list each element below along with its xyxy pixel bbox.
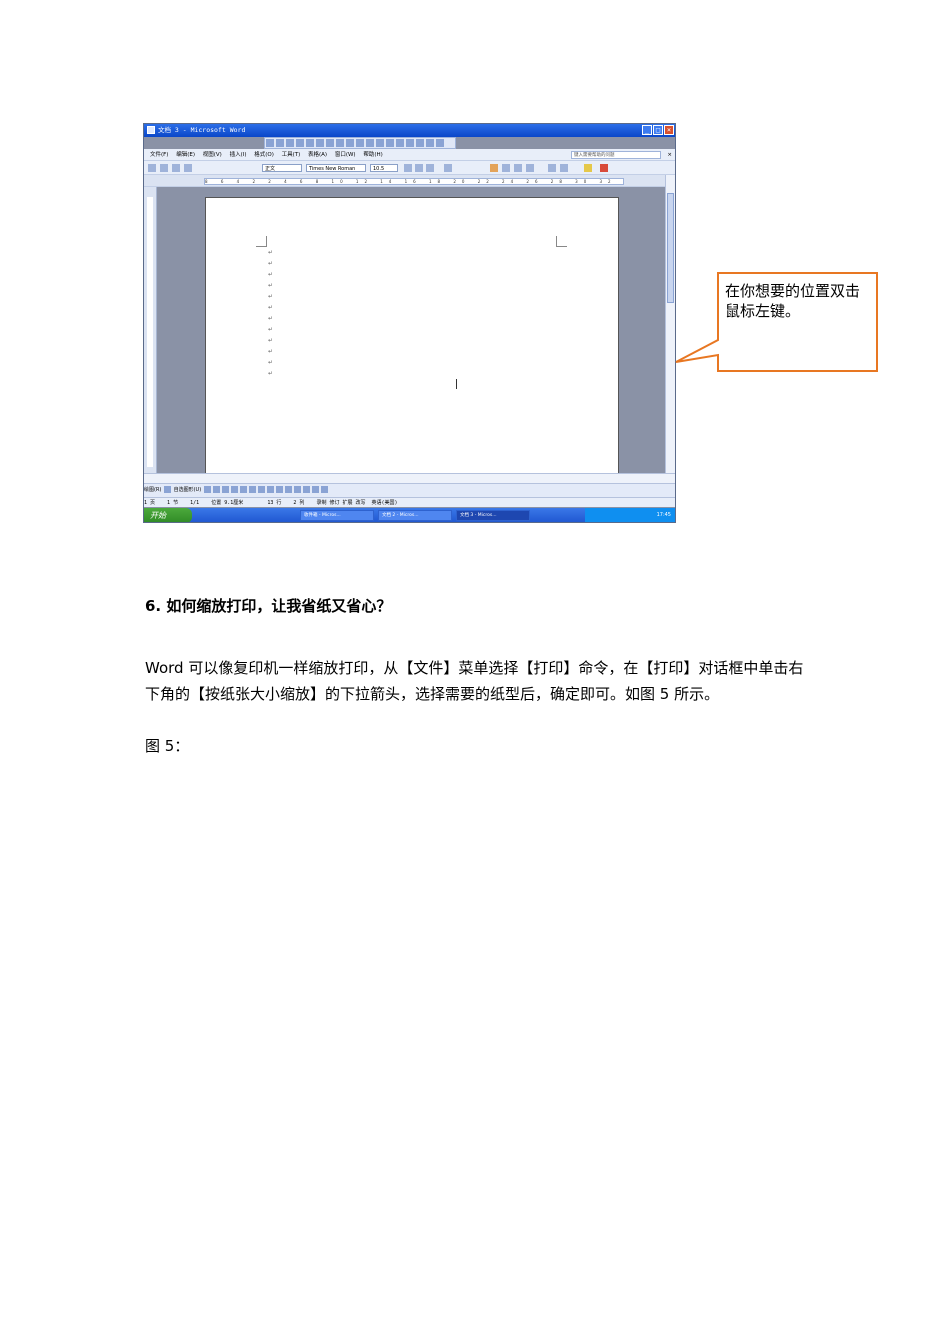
line-icon[interactable] — [203, 486, 211, 493]
section-heading: 6. 如何缩放打印，让我省纸又省心？ — [145, 597, 392, 615]
rectangle-icon[interactable] — [221, 486, 229, 493]
word-screenshot: 文档 3 - Microsoft Word _ □ × 文件(F) 编辑(E) 视图… — [143, 123, 676, 523]
paragraph-mark: ↵ — [268, 282, 274, 289]
margin-corner-mark — [256, 236, 267, 247]
paragraph-mark: ↵ — [268, 293, 274, 300]
window-title: 文档 3 - Microsoft Word — [158, 126, 246, 134]
wordart-icon[interactable] — [248, 486, 256, 493]
autoshape-menu[interactable]: 自选图形(U) — [174, 487, 202, 493]
underline-icon[interactable] — [426, 164, 434, 172]
help-search-input[interactable]: 键入需要帮助的问题 — [571, 151, 661, 159]
section-paragraph: Word 可以像复印机一样缩放打印，从【文件】菜单选择【打印】命令，在【打印】对… — [145, 659, 804, 703]
font-select[interactable]: Times New Roman — [306, 164, 366, 172]
bullets-icon[interactable] — [560, 164, 568, 172]
horizontal-ruler[interactable]: 8 6 4 2 2 4 6 8 10 12 14 16 18 20 22 24 … — [204, 178, 624, 185]
align-center-icon[interactable] — [502, 164, 510, 172]
document-page[interactable]: ↵ ↵ ↵ ↵ ↵ ↵ ↵ ↵ ↵ ↵ ↵ ↵ — [205, 197, 619, 487]
paragraph-mark: ↵ — [268, 370, 274, 377]
save-icon[interactable] — [148, 164, 156, 172]
oval-icon[interactable] — [230, 486, 238, 493]
system-tray: 17:45 — [585, 508, 675, 522]
drawing-toolbar: 绘图(R) 自选图形(U) — [144, 483, 675, 497]
align-left-icon[interactable] — [490, 164, 498, 172]
floating-toolbar — [264, 137, 456, 149]
undo-icon[interactable] — [172, 164, 180, 172]
scroll-thumb[interactable] — [667, 193, 674, 303]
paragraph-mark: ↵ — [268, 260, 274, 267]
menu-bar: 文件(F) 编辑(E) 视图(V) 插入(I) 格式(O) 工具(T) 表格(A… — [144, 149, 675, 161]
font-color-icon[interactable] — [444, 164, 452, 172]
highlight-icon[interactable] — [584, 164, 592, 172]
paragraph-mark: ↵ — [268, 326, 274, 333]
redo-icon[interactable] — [184, 164, 192, 172]
text-color-icon[interactable] — [600, 164, 608, 172]
horizontal-scrollbar[interactable] — [144, 473, 675, 483]
clipart-icon[interactable] — [257, 486, 265, 493]
paragraph-mark: ↵ — [268, 304, 274, 311]
paragraph-mark: ↵ — [268, 337, 274, 344]
clock: 17:45 — [656, 512, 671, 518]
line-color-icon[interactable] — [284, 486, 292, 493]
paragraph-mark: ↵ — [268, 249, 274, 256]
window-titlebar: 文档 3 - Microsoft Word _ □ × — [144, 124, 675, 137]
font-color-icon[interactable] — [293, 486, 301, 493]
figure-label: 图 5： — [145, 737, 190, 755]
line-style-icon[interactable] — [302, 486, 310, 493]
menu-file[interactable]: 文件(F) — [150, 152, 168, 158]
numbering-icon[interactable] — [548, 164, 556, 172]
close-doc-icon[interactable]: × — [667, 149, 672, 161]
justify-icon[interactable] — [526, 164, 534, 172]
minimize-icon[interactable]: _ — [642, 125, 652, 135]
restore-icon[interactable]: □ — [653, 125, 663, 135]
select-icon[interactable] — [163, 486, 171, 493]
menu-format[interactable]: 格式(O) — [254, 152, 274, 158]
print-icon[interactable] — [160, 164, 168, 172]
paragraph-mark: ↵ — [268, 271, 274, 278]
task-inbox[interactable]: 收件箱 - Micros... — [300, 510, 374, 521]
paragraph-mark: ↵ — [268, 315, 274, 322]
window-controls: _ □ × — [641, 125, 674, 136]
margin-corner-mark — [556, 236, 567, 247]
formatting-toolbar: 正文 Times New Roman 10.5 — [144, 161, 675, 175]
callout-text: 在你想要的位置双击鼠标左键。 — [725, 282, 861, 320]
align-right-icon[interactable] — [514, 164, 522, 172]
close-icon[interactable]: × — [664, 125, 674, 135]
status-bar: 1 页 1 节 1/1 位置 9.1厘米 13 行 2 列 录制 修订 扩展 改… — [144, 497, 675, 507]
ruler-bar: 8 6 4 2 2 4 6 8 10 12 14 16 18 20 22 24 … — [144, 175, 675, 187]
menu-view[interactable]: 视图(V) — [203, 152, 222, 158]
textbox-icon[interactable] — [239, 486, 247, 493]
3d-icon[interactable] — [320, 486, 328, 493]
italic-icon[interactable] — [415, 164, 423, 172]
task-doc3[interactable]: 文档 3 - Micros... — [456, 510, 530, 521]
start-button[interactable]: 开始 — [144, 508, 192, 522]
vertical-ruler[interactable] — [144, 187, 157, 477]
task-doc2[interactable]: 文档 2 - Micros... — [378, 510, 452, 521]
menu-edit[interactable]: 编辑(E) — [176, 152, 195, 158]
text-cursor — [456, 379, 457, 389]
font-size-select[interactable]: 10.5 — [370, 164, 398, 172]
menu-insert[interactable]: 插入(I) — [230, 152, 247, 158]
fill-color-icon[interactable] — [275, 486, 283, 493]
vertical-scrollbar[interactable] — [665, 175, 675, 477]
menu-table[interactable]: 表格(A) — [308, 152, 327, 158]
arrow-icon[interactable] — [212, 486, 220, 493]
style-select[interactable]: 正文 — [262, 164, 302, 172]
menu-help[interactable]: 帮助(H) — [363, 152, 382, 158]
word-doc-icon — [147, 126, 155, 134]
shadow-icon[interactable] — [311, 486, 319, 493]
draw-menu[interactable]: 绘图(R) — [144, 487, 161, 493]
menu-tools[interactable]: 工具(T) — [282, 152, 301, 158]
menu-window[interactable]: 窗口(W) — [335, 152, 356, 158]
picture-icon[interactable] — [266, 486, 274, 493]
paragraph-mark: ↵ — [268, 348, 274, 355]
bold-icon[interactable] — [404, 164, 412, 172]
paragraph-mark: ↵ — [268, 359, 274, 366]
windows-taskbar: 开始 收件箱 - Micros... 文档 2 - Micros... 文档 3… — [144, 508, 675, 522]
